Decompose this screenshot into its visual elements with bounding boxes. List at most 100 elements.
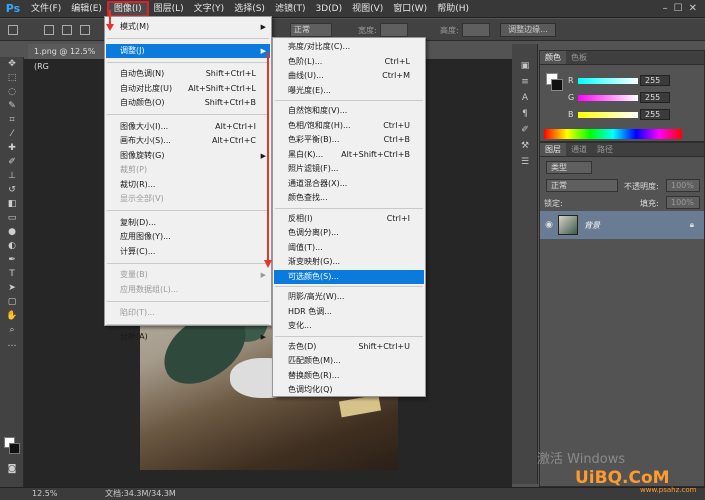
tab-swatches[interactable]: 色板	[566, 51, 592, 64]
adjustments-icon[interactable]: ☰	[512, 154, 538, 170]
close-icon[interactable]: ✕	[689, 3, 697, 14]
menu-option[interactable]: 黑白(K)... Alt+Shift+Ctrl+B	[274, 148, 424, 162]
character-icon[interactable]: A	[512, 90, 538, 106]
eraser-tool-icon[interactable]: ◧	[0, 197, 24, 211]
menu-option[interactable]: 图像旋转(G) ▶	[106, 149, 270, 163]
height-input[interactable]	[462, 23, 490, 37]
menu-option[interactable]: 分析(A) ▶	[106, 330, 270, 344]
menu-item[interactable]: 文件(F)	[26, 1, 66, 17]
menu-option[interactable]: 调整(J) ▶	[106, 43, 270, 58]
quick-select-tool-icon[interactable]: ✎	[0, 99, 24, 113]
properties-icon[interactable]: ≡	[512, 74, 538, 90]
menu-option[interactable]: 替换颜色(R)...	[274, 369, 424, 383]
menu-option[interactable]: 色彩平衡(B)... Ctrl+B	[274, 133, 424, 147]
menu-item[interactable]: 图像(I)	[106, 0, 149, 17]
type-tool-icon[interactable]: T	[0, 267, 24, 281]
shape-tool-icon[interactable]: ▢	[0, 295, 24, 309]
menu-item[interactable]: 编辑(E)	[66, 1, 107, 17]
clone-stamp-tool-icon[interactable]: ⊥	[0, 169, 24, 183]
menu-option[interactable]: HDR 色调...	[274, 305, 424, 319]
color-spectrum-bar[interactable]	[544, 129, 682, 139]
refine-edge-button[interactable]: 调整边缘...	[500, 23, 556, 37]
menu-item[interactable]: 滤镜(T)	[270, 1, 311, 17]
history-icon[interactable]: ▣	[512, 58, 538, 74]
layer-row-background[interactable]: ◉ 背景 🔒︎	[540, 211, 704, 239]
menu-item[interactable]: 视图(V)	[347, 1, 388, 17]
hand-tool-icon[interactable]: ✋	[0, 309, 24, 323]
menu-option[interactable]: 阈值(T)...	[274, 241, 424, 255]
minimize-icon[interactable]: –	[663, 3, 668, 14]
tab-layers[interactable]: 图层	[540, 143, 566, 156]
menu-item[interactable]: 文字(Y)	[189, 1, 230, 17]
menu-option[interactable]: 匹配颜色(M)...	[274, 354, 424, 368]
channel-value-input[interactable]: 255	[640, 75, 670, 86]
path-select-tool-icon[interactable]: ➤	[0, 281, 24, 295]
menu-option[interactable]: 色调分离(P)...	[274, 226, 424, 240]
channel-slider[interactable]	[578, 94, 638, 101]
menu-option[interactable]: 自动色调(N) Shift+Ctrl+L	[106, 67, 270, 81]
menu-option[interactable]: 色阶(L)... Ctrl+L	[274, 55, 424, 69]
menu-option[interactable]: 模式(M) ▶	[106, 20, 270, 34]
healing-brush-tool-icon[interactable]: ✚	[0, 141, 24, 155]
pen-tool-icon[interactable]: ✒	[0, 253, 24, 267]
menu-option[interactable]: 反相(I) Ctrl+I	[274, 212, 424, 226]
new-selection-icon[interactable]	[44, 24, 54, 35]
menu-option[interactable]: 变化...	[274, 319, 424, 333]
history-brush-tool-icon[interactable]: ↺	[0, 183, 24, 197]
channel-value-input[interactable]: 255	[640, 92, 670, 103]
menu-option[interactable]: 曝光度(E)...	[274, 84, 424, 98]
menu-option[interactable]: 计算(C)...	[106, 245, 270, 259]
zoom-tool-icon[interactable]: ⌕	[0, 323, 24, 337]
opacity-input[interactable]: 100%	[666, 179, 700, 192]
channel-slider[interactable]	[578, 77, 638, 84]
move-tool-icon[interactable]: ✥	[0, 57, 24, 71]
tab-paths[interactable]: 路径	[592, 143, 618, 156]
menu-option[interactable]: 应用图像(Y)...	[106, 230, 270, 244]
zoom-level[interactable]: 12.5%	[32, 488, 57, 500]
add-selection-icon[interactable]	[62, 24, 72, 35]
paragraph-icon[interactable]: ¶	[512, 106, 538, 122]
menu-option[interactable]: 渐变映射(G)...	[274, 255, 424, 269]
menu-option[interactable]: 阴影/高光(W)...	[274, 290, 424, 304]
menu-option[interactable]: 画布大小(S)... Alt+Ctrl+C	[106, 134, 270, 148]
visibility-eye-icon[interactable]: ◉	[540, 220, 558, 230]
background-color-square[interactable]	[551, 79, 563, 91]
brush-panel-icon[interactable]: ✐	[512, 122, 538, 138]
width-input[interactable]	[380, 23, 408, 37]
menu-option[interactable]: 可选颜色(S)...	[274, 269, 424, 284]
menu-option[interactable]: 去色(D) Shift+Ctrl+U	[274, 340, 424, 354]
blend-mode-select[interactable]: 正常	[546, 179, 618, 192]
menu-item[interactable]: 窗口(W)	[388, 1, 432, 17]
menu-option[interactable]: 色调均化(Q)	[274, 383, 424, 397]
document-tab[interactable]: 1.png @ 12.5%(RG	[28, 44, 108, 71]
crop-tool-icon[interactable]: ⌗	[0, 113, 24, 127]
menu-option[interactable]: 自动颜色(O) Shift+Ctrl+B	[106, 96, 270, 110]
quick-mask-icon[interactable]: ◙	[0, 462, 24, 476]
menu-option[interactable]: 通道混合器(X)...	[274, 177, 424, 191]
menu-option[interactable]: 复制(D)...	[106, 216, 270, 230]
marquee-tool-icon[interactable]: ⬚	[0, 71, 24, 85]
more-tools-icon[interactable]: …	[0, 337, 24, 351]
menu-option[interactable]: 照片滤镜(F)...	[274, 162, 424, 176]
menu-option[interactable]: 亮度/对比度(C)...	[274, 40, 424, 54]
channel-value-input[interactable]: 255	[640, 109, 670, 120]
menu-option[interactable]: 自动对比度(U) Alt+Shift+Ctrl+L	[106, 82, 270, 96]
blur-tool-icon[interactable]: ●	[0, 225, 24, 239]
gradient-tool-icon[interactable]: ▭	[0, 211, 24, 225]
menu-option[interactable]: 裁切(R)...	[106, 178, 270, 192]
background-color-swatch[interactable]	[9, 443, 20, 454]
marquee-tool-preset-icon[interactable]	[8, 24, 18, 35]
menu-item[interactable]: 3D(D)	[310, 1, 347, 17]
lasso-tool-icon[interactable]: ◌	[0, 85, 24, 99]
tab-channels[interactable]: 通道	[566, 143, 592, 156]
menu-item[interactable]: 选择(S)	[229, 1, 270, 17]
style-select[interactable]: 正常	[290, 23, 332, 37]
brush-tool-icon[interactable]: ✐	[0, 155, 24, 169]
layer-kind-filter[interactable]: 类型	[546, 161, 592, 174]
eyedropper-tool-icon[interactable]: ⁄	[0, 127, 24, 141]
fill-input[interactable]: 100%	[666, 196, 700, 209]
menu-item[interactable]: 帮助(H)	[432, 1, 474, 17]
tool-presets-icon[interactable]: ⚒	[512, 138, 538, 154]
menu-option[interactable]: 图像大小(I)... Alt+Ctrl+I	[106, 120, 270, 134]
dodge-tool-icon[interactable]: ◐	[0, 239, 24, 253]
